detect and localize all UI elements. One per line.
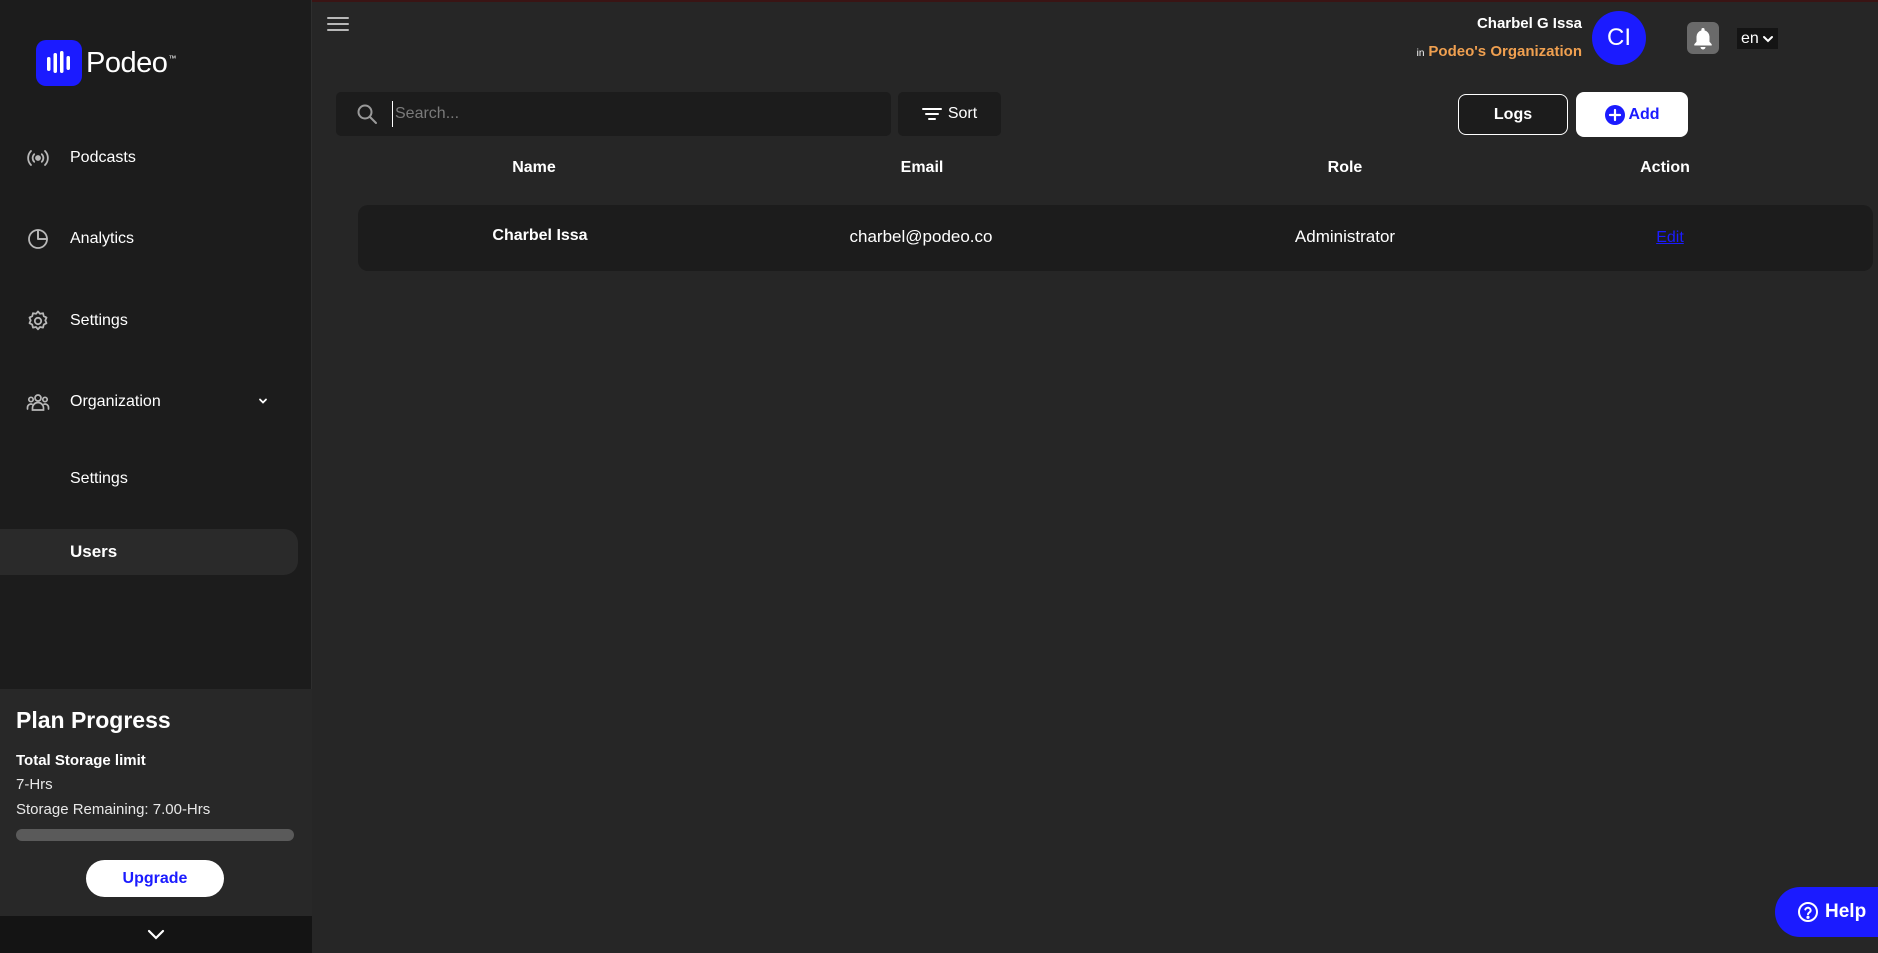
search-box <box>336 92 891 136</box>
brand-name: Podeo™ <box>86 46 176 79</box>
sidebar-item-analytics[interactable]: Analytics <box>0 216 298 262</box>
chevron-down-icon <box>147 929 165 940</box>
user-email-cell: charbel@podeo.co <box>849 227 993 246</box>
gear-icon <box>28 310 48 331</box>
help-label: Help <box>1825 901 1867 922</box>
org-prefix: in <box>1416 48 1425 59</box>
search-input[interactable] <box>392 101 872 127</box>
column-header-action: Action <box>1640 159 1690 176</box>
storage-limit-value: 7-Hrs <box>16 776 53 793</box>
notifications-button[interactable] <box>1687 22 1719 54</box>
sidebar-item-label: Settings <box>70 470 128 487</box>
people-icon <box>26 394 50 411</box>
organization-name[interactable]: Podeo's Organization <box>1428 43 1582 60</box>
organization-line: in Podeo's Organization <box>1417 43 1582 60</box>
language-value: en <box>1741 29 1759 47</box>
sidebar-item-label: Settings <box>70 312 128 329</box>
sort-label: Sort <box>947 105 978 122</box>
storage-remaining: Storage Remaining: 7.00-Hrs <box>16 801 211 818</box>
sidebar-item-users[interactable]: Users <box>0 529 298 575</box>
podeo-logo-icon <box>36 40 82 86</box>
user-role-cell: Administrator <box>1294 227 1396 246</box>
plus-circle-icon <box>1605 104 1626 125</box>
sidebar-item-label: Analytics <box>70 230 135 247</box>
chevron-down-icon[interactable] <box>256 394 270 408</box>
action-cell: Edit <box>1550 227 1790 247</box>
podcast-icon <box>27 150 49 166</box>
sidebar-item-organization[interactable]: Organization <box>0 379 298 425</box>
storage-limit-label: Total Storage limit <box>16 752 146 769</box>
column-header-email: Email <box>900 159 944 176</box>
column-header-name: Name <box>512 159 556 176</box>
user-name-cell: Charbel Issa <box>492 227 588 244</box>
upgrade-button[interactable]: Upgrade <box>86 860 224 897</box>
plan-title: Plan Progress <box>16 707 171 733</box>
sort-button[interactable]: Sort <box>898 92 1001 136</box>
table-row: Charbel Issa charbel@podeo.co Administra… <box>358 205 1873 271</box>
avatar[interactable]: CI <box>1592 11 1646 65</box>
plan-progress-panel: Plan Progress Total Storage limit 7-Hrs … <box>0 689 312 916</box>
sidebar-item-label: Users <box>70 542 118 561</box>
add-label: Add <box>1628 105 1660 123</box>
bell-icon <box>1694 28 1712 50</box>
question-circle-icon <box>1798 902 1818 922</box>
help-button[interactable]: Help <box>1775 887 1878 937</box>
sidebar-item-label: Organization <box>70 393 161 410</box>
add-button[interactable]: Add <box>1576 92 1688 137</box>
sort-icon <box>921 108 942 120</box>
sidebar-item-label: Podcasts <box>70 149 136 166</box>
sidebar-item-settings[interactable]: Settings <box>0 298 298 344</box>
logs-button[interactable]: Logs <box>1458 94 1568 135</box>
podeo-logo[interactable]: Podeo™ <box>36 40 176 86</box>
language-select[interactable]: en <box>1737 28 1778 49</box>
storage-progress-bar <box>16 829 294 841</box>
sidebar-item-podcasts[interactable]: Podcasts <box>0 135 298 181</box>
menu-icon[interactable] <box>326 14 350 34</box>
user-name: Charbel G Issa <box>1476 15 1582 32</box>
sidebar-item-org-settings[interactable]: Settings <box>0 456 298 502</box>
sidebar-collapse-toggle[interactable] <box>0 916 312 953</box>
sidebar: Podeo™ Podcasts Analytics Settings Organ… <box>0 0 312 953</box>
column-header-role: Role <box>1327 159 1363 176</box>
chevron-down-icon <box>1762 35 1773 42</box>
edit-link[interactable]: Edit <box>1656 229 1684 246</box>
search-icon <box>357 104 377 124</box>
pie-chart-icon <box>28 229 48 249</box>
